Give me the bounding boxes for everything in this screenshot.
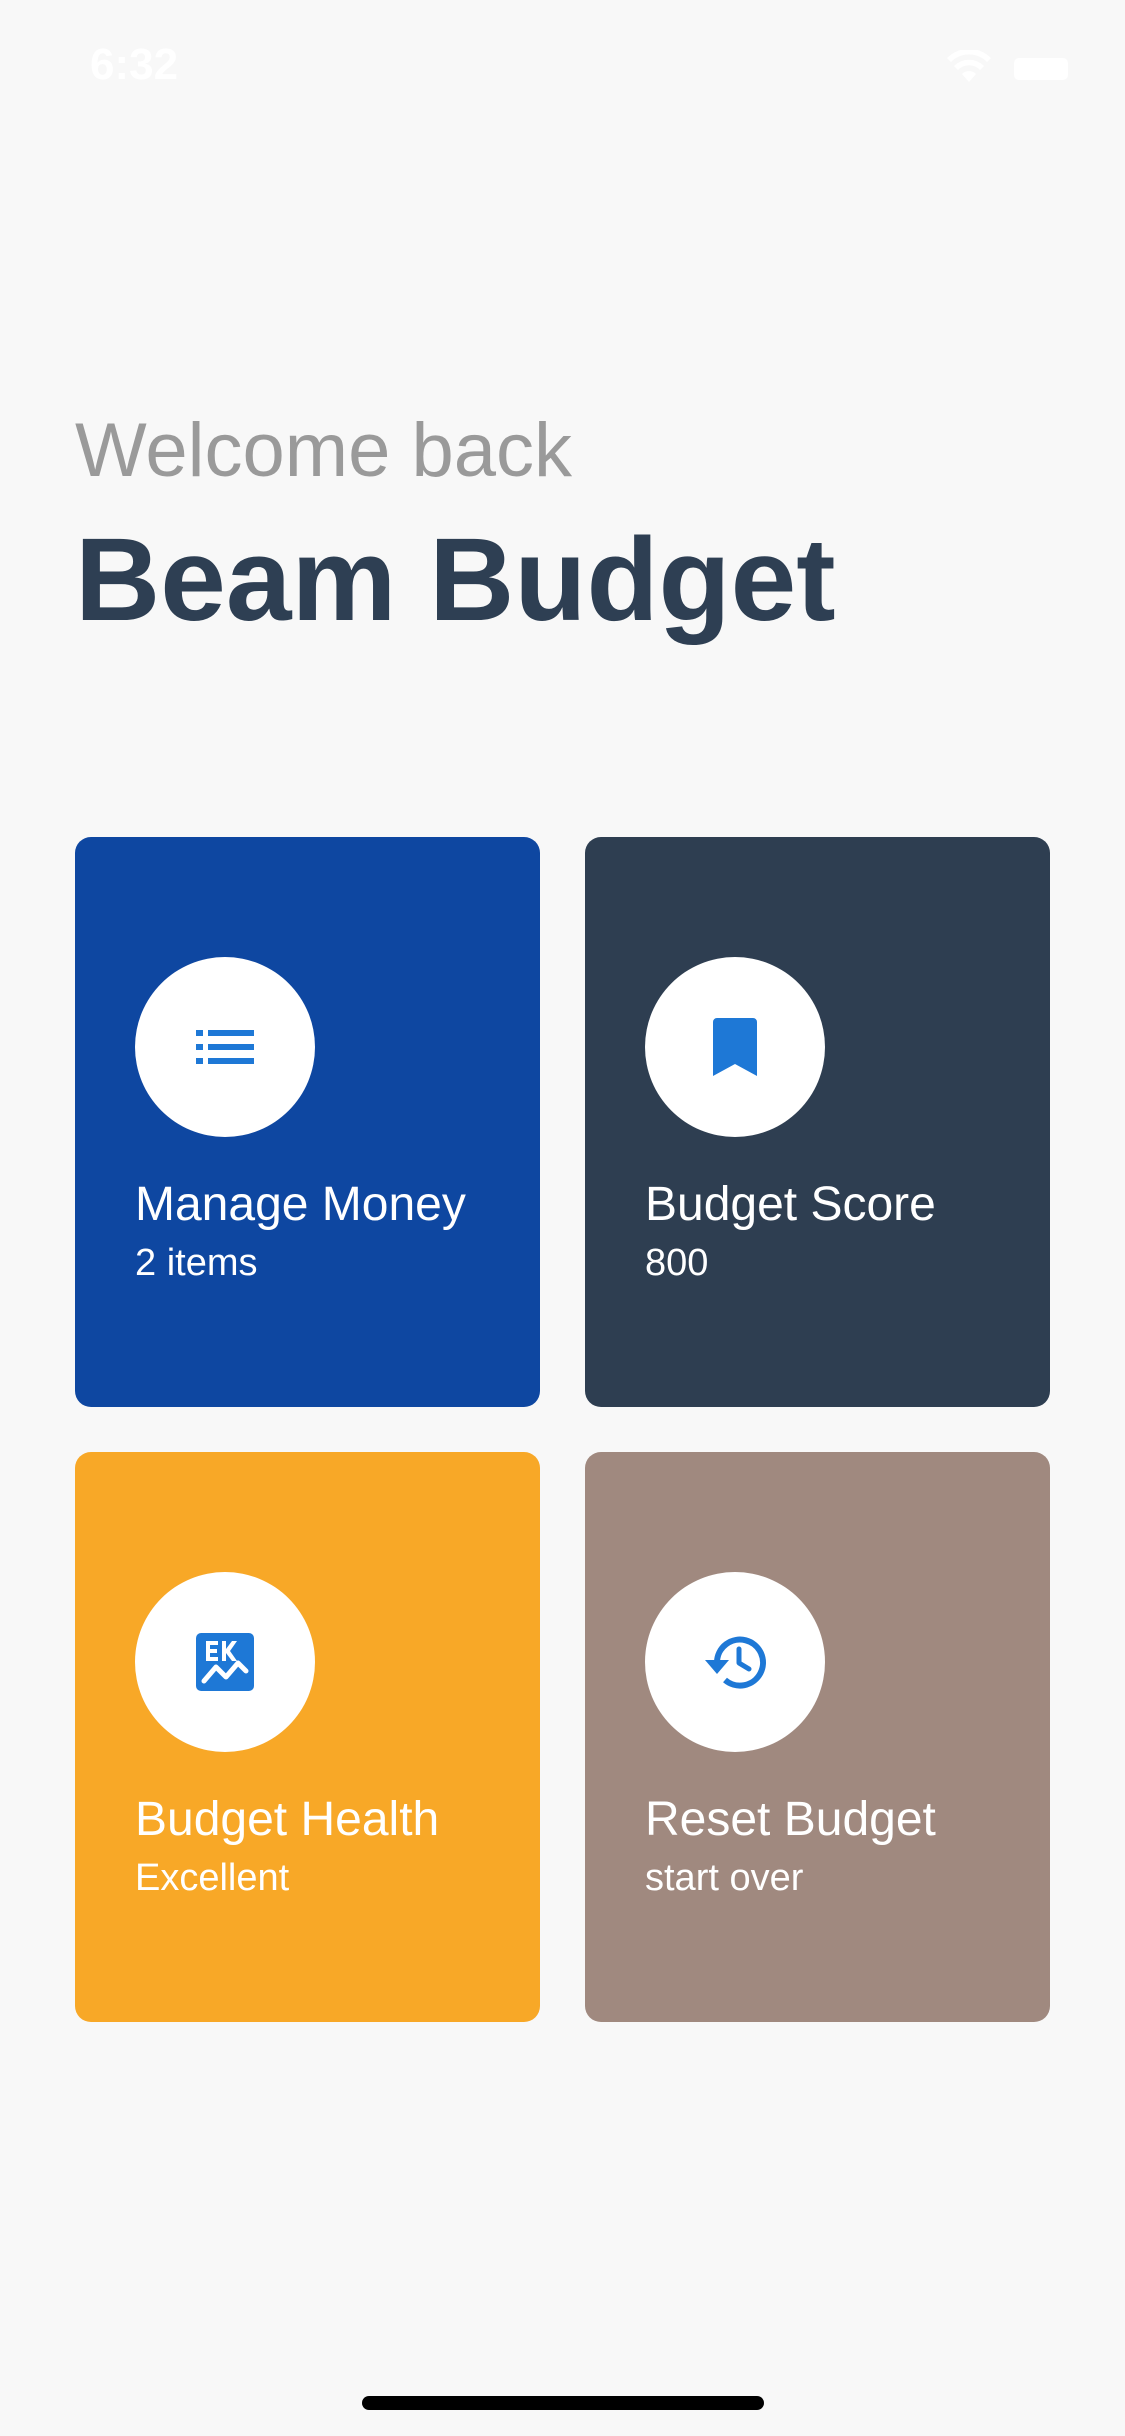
card-title: Budget Health	[135, 1793, 440, 1846]
icon-circle	[645, 957, 825, 1137]
history-icon	[705, 1636, 766, 1689]
budget-score-card[interactable]: Budget Score 800	[585, 837, 1050, 1407]
icon-circle	[135, 1572, 315, 1752]
budget-health-card[interactable]: Budget Health Excellent	[75, 1452, 540, 2022]
app-title: Beam Budget	[75, 514, 836, 646]
status-time: 6:32	[90, 40, 179, 89]
welcome-subtitle: Welcome back	[75, 408, 573, 493]
card-subtitle: start over	[645, 1857, 804, 1899]
card-title: Budget Score	[645, 1178, 936, 1231]
wifi-icon	[947, 50, 991, 82]
reset-budget-card[interactable]: Reset Budget start over	[585, 1452, 1050, 2022]
card-subtitle: Excellent	[135, 1857, 290, 1899]
card-subtitle: 800	[645, 1242, 709, 1284]
chart-icon	[196, 1633, 254, 1691]
list-icon	[196, 1030, 254, 1064]
icon-circle	[135, 957, 315, 1137]
battery-icon	[1014, 58, 1068, 80]
bookmark-icon	[713, 1018, 757, 1076]
home-indicator[interactable]	[362, 2396, 764, 2410]
card-subtitle: 2 items	[135, 1242, 258, 1284]
icon-circle	[645, 1572, 825, 1752]
manage-money-card[interactable]: Manage Money 2 items	[75, 837, 540, 1407]
card-title: Reset Budget	[645, 1793, 936, 1846]
status-bar: 6:32	[0, 0, 1125, 132]
card-title: Manage Money	[135, 1178, 466, 1231]
